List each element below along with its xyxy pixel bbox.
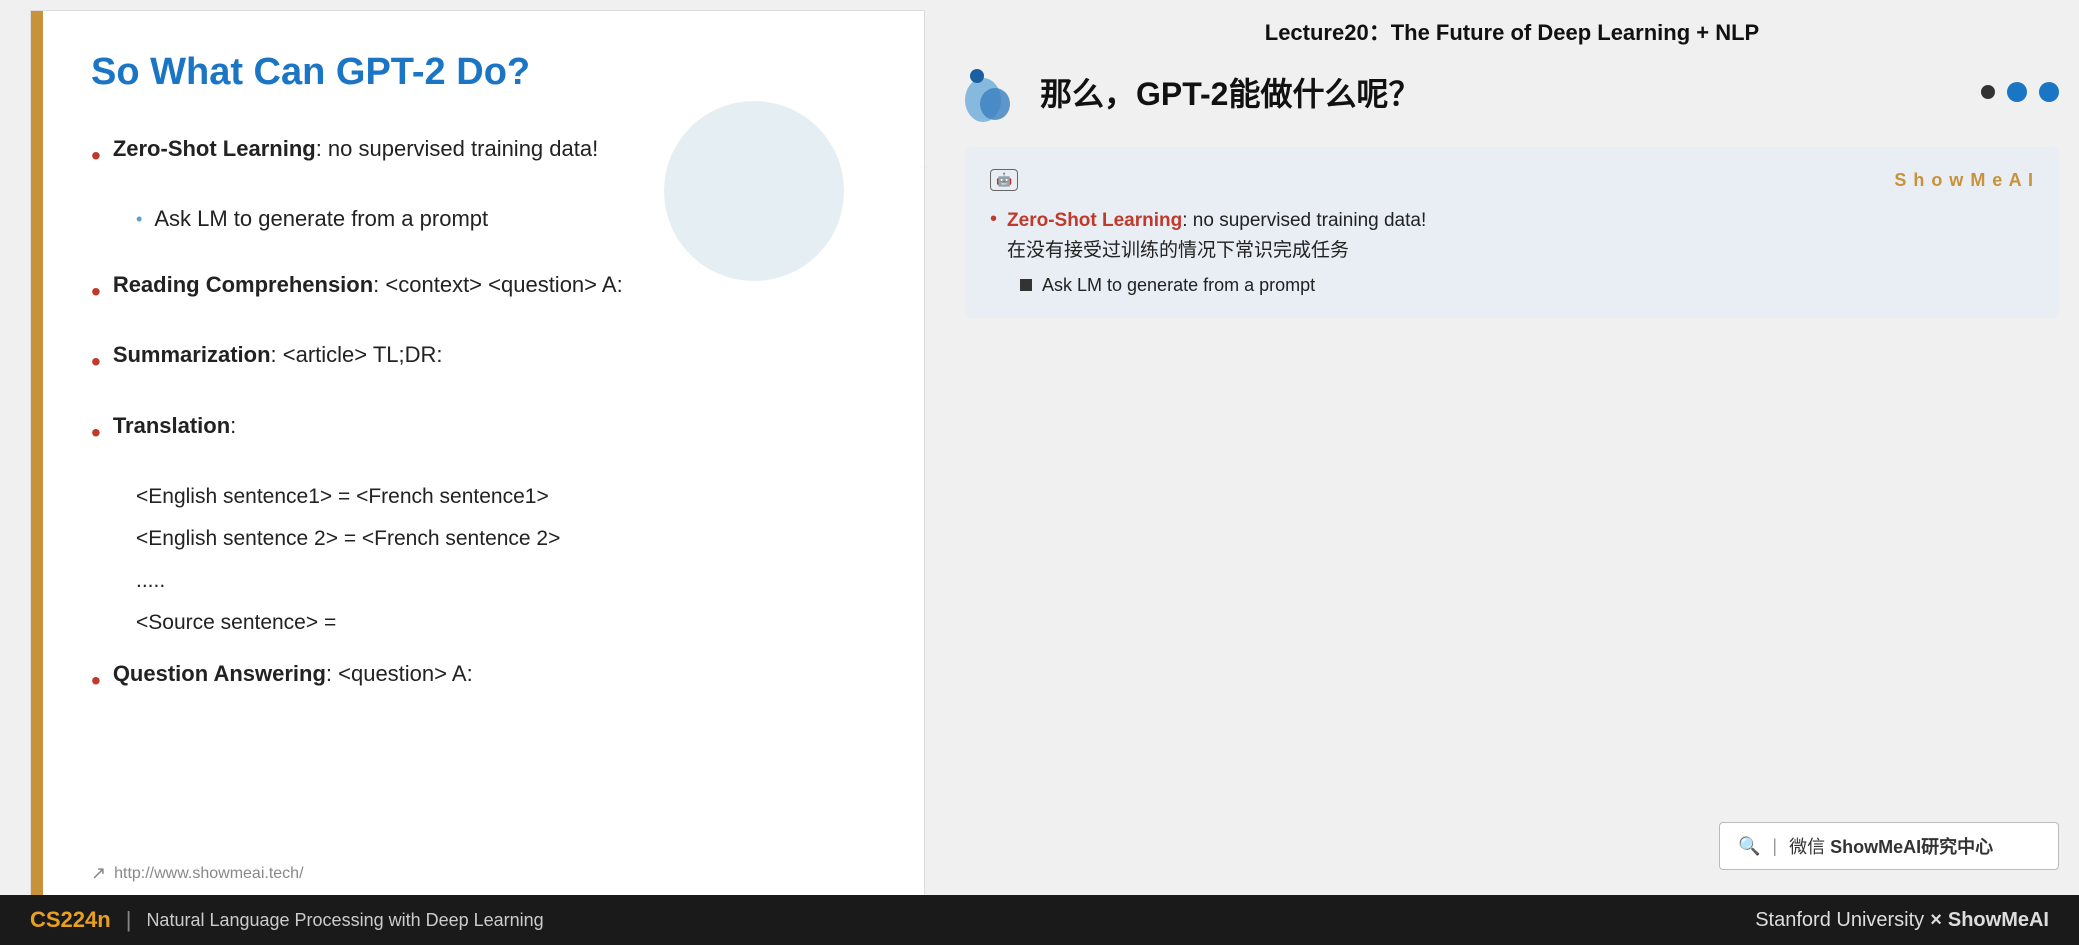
left-slide-panel: So What Can GPT-2 Do? • Zero-Shot Learni…: [30, 10, 925, 905]
bullet-dot-3: •: [91, 337, 101, 387]
bullet-text-4: Translation:: [113, 406, 236, 446]
bullet-text-3: Summarization: <article> TL;DR:: [113, 335, 443, 375]
bullet-label-5: Question Answering: [113, 661, 326, 686]
card-chinese-text: 在没有接受过训练的情况下常识完成任务: [1007, 240, 1349, 261]
bullet-item-translation: • Translation: <English sentence1> = <Fr…: [91, 406, 874, 644]
nav-dot-1: [1981, 85, 1995, 99]
bullet-desc-5: : <question> A:: [326, 661, 473, 686]
search-text: 微信 ShowMeAI研究中心: [1789, 833, 1993, 859]
translation-lines: <English sentence1> = <French sentence1>…: [136, 476, 874, 644]
explanation-card: 🤖 S h o w M e A I • Zero-Shot Learning: …: [965, 147, 2059, 318]
stanford-university-text: Stanford University: [1755, 909, 1924, 932]
decorative-circle: [664, 101, 844, 281]
card-sub-item: Ask LM to generate from a prompt: [1020, 275, 2034, 296]
bullet-item-qa: • Question Answering: <question> A:: [91, 654, 874, 706]
right-header: 那么，GPT-2能做什么呢？: [965, 62, 2059, 122]
trans-line-2: <English sentence 2> = <French sentence …: [136, 518, 874, 560]
bottom-right: Stanford University × ShowMeAI: [1755, 909, 2049, 932]
card-no-supervised: : no supervised training data!: [1182, 210, 1426, 231]
x-symbol: ×: [1930, 909, 1942, 932]
dashed-arrow: [824, 166, 1024, 168]
bullet-text-5: Question Answering: <question> A:: [113, 654, 473, 694]
bottom-bar: CS224n | Natural Language Processing wit…: [0, 895, 2079, 945]
search-bar-container: 🔍 | 微信 ShowMeAI研究中心: [965, 822, 2059, 870]
right-panel-title: 那么，GPT-2能做什么呢？: [1040, 69, 1420, 115]
nav-dot-3: [2039, 82, 2059, 102]
trans-line-3: .....: [136, 560, 874, 602]
main-area: So What Can GPT-2 Do? • Zero-Shot Learni…: [0, 0, 2079, 895]
card-bullet-1: • Zero-Shot Learning: no supervised trai…: [990, 206, 2034, 267]
bullet-dot-5: •: [91, 656, 101, 706]
card-sub-square: [1020, 279, 1032, 291]
bullet-text-2: Reading Comprehension: <context> <questi…: [113, 265, 623, 305]
card-zero-shot-label: Zero-Shot Learning: [1007, 210, 1182, 231]
search-box[interactable]: 🔍 | 微信 ShowMeAI研究中心: [1719, 822, 2059, 870]
bullet-desc-3: : <article> TL;DR:: [271, 342, 443, 367]
bullet-desc-2: : <context> <question> A:: [373, 272, 623, 297]
footer-url: http://www.showmeai.tech/: [114, 865, 303, 883]
bottom-subtitle: Natural Language Processing with Deep Le…: [146, 910, 543, 931]
bullet-desc-1: : no supervised training data!: [316, 136, 599, 161]
bottom-bar-divider: |: [126, 907, 132, 933]
bullet-dot-1: •: [91, 131, 101, 181]
card-header: 🤖 S h o w M e A I: [990, 169, 2034, 191]
trans-line-4: <Source sentence> =: [136, 602, 874, 644]
bullet-item-summarization: • Summarization: <article> TL;DR:: [91, 335, 874, 387]
bullet-label-3: Summarization: [113, 342, 271, 367]
sub-dot-1: •: [136, 203, 142, 235]
bullet-dot-4: •: [91, 408, 101, 458]
wave-icon: [965, 62, 1025, 122]
cs224n-label: CS224n: [30, 907, 111, 933]
nav-dots: [1981, 82, 2059, 102]
nav-dot-2: [2007, 82, 2027, 102]
ai-badge: 🤖: [990, 169, 1018, 191]
card-bullet-content: Zero-Shot Learning: no supervised traini…: [1007, 206, 1426, 267]
bullet-label-4: Translation: [113, 413, 230, 438]
showmeai-bottom-label: ShowMeAI: [1948, 909, 2049, 932]
spacer-2: [91, 644, 874, 654]
bullet-colon-4: :: [230, 413, 236, 438]
sub-text-1: Ask LM to generate from a prompt: [154, 199, 488, 239]
bullet-label-2: Reading Comprehension: [113, 272, 373, 297]
search-icon: 🔍: [1738, 836, 1760, 857]
search-divider: |: [1772, 836, 1777, 857]
bullet-dot-2: •: [91, 267, 101, 317]
showmeai-card-label: S h o w M e A I: [1894, 170, 2034, 191]
card-sub-text: Ask LM to generate from a prompt: [1042, 275, 1315, 296]
bullet-label-1: Zero-Shot Learning: [113, 136, 316, 161]
left-slide-content: So What Can GPT-2 Do? • Zero-Shot Learni…: [31, 11, 924, 904]
card-bullet-dot: •: [990, 208, 997, 231]
slide-footer: ↗ http://www.showmeai.tech/: [91, 863, 304, 884]
right-panel: Lecture20：The Future of Deep Learning + …: [945, 0, 2079, 895]
cursor-icon: ↗: [91, 863, 106, 884]
trans-line-1: <English sentence1> = <French sentence1>: [136, 476, 874, 518]
bottom-left: CS224n | Natural Language Processing wit…: [30, 907, 544, 933]
slide-title: So What Can GPT-2 Do?: [91, 51, 874, 94]
lecture-title: Lecture20：The Future of Deep Learning + …: [965, 15, 2059, 47]
bullet-text-1: Zero-Shot Learning: no supervised traini…: [113, 129, 598, 169]
